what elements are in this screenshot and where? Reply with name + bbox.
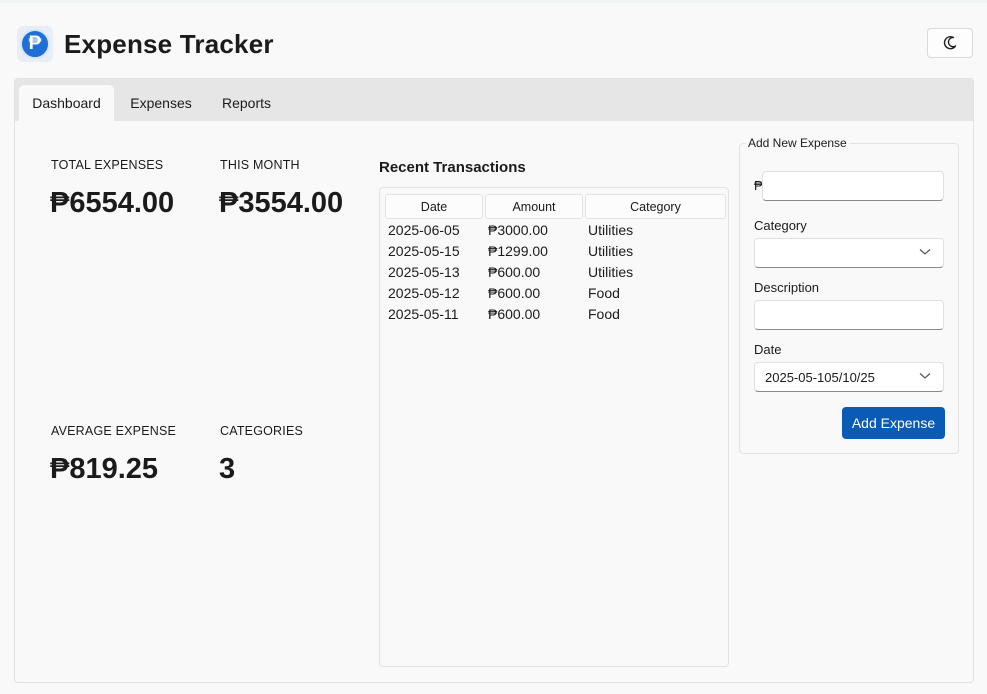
table-row[interactable]: 2025-05-13 ₱600.00 Utilities (388, 264, 724, 285)
amount-input[interactable] (762, 171, 944, 201)
column-header-category[interactable]: Category (585, 194, 726, 219)
theme-toggle-button[interactable] (927, 28, 973, 58)
row-category: Utilities (588, 264, 634, 280)
categories-value: 3 (219, 453, 236, 485)
app-header: ₱ Expense Tracker (0, 0, 987, 78)
this-month-value: ₱3554.00 (219, 187, 344, 219)
transactions-table: Date Amount Category 2025-06-05 ₱3000.00… (379, 187, 729, 667)
date-picker[interactable]: 2025-05-105/10/25 (754, 362, 944, 392)
total-expenses-label: TOTAL EXPENSES (51, 158, 164, 172)
chevron-down-icon (919, 249, 931, 255)
peso-coin-icon: ₱ (17, 26, 53, 62)
column-header-date[interactable]: Date (385, 194, 483, 219)
total-expenses-value: ₱6554.00 (50, 187, 175, 219)
description-input[interactable] (754, 300, 944, 330)
average-expense-label: AVERAGE EXPENSE (51, 424, 177, 438)
row-date: 2025-05-12 (388, 285, 460, 301)
chevron-down-icon (919, 373, 931, 379)
row-date: 2025-05-11 (388, 306, 459, 322)
app-title: Expense Tracker (64, 29, 274, 59)
add-expense-button[interactable]: Add Expense (842, 407, 945, 439)
date-value: 2025-05-105/10/25 (765, 370, 875, 385)
tab-dashboard[interactable]: Dashboard (19, 85, 114, 121)
categories-label: CATEGORIES (220, 424, 304, 438)
tab-reports[interactable]: Reports (209, 85, 284, 121)
this-month-label: THIS MONTH (220, 158, 300, 172)
category-label: Category (754, 218, 807, 233)
description-label: Description (754, 280, 820, 295)
add-expense-legend: Add New Expense (746, 136, 849, 150)
table-row[interactable]: 2025-05-11 ₱600.00 Food (388, 306, 724, 327)
row-category: Food (588, 306, 620, 322)
row-amount: ₱600.00 (488, 264, 541, 280)
row-date: 2025-06-05 (388, 222, 460, 238)
column-header-amount[interactable]: Amount (485, 194, 583, 219)
tab-bar: Dashboard Expenses Reports (15, 79, 973, 121)
row-date: 2025-05-15 (388, 243, 460, 259)
row-amount: ₱3000.00 (488, 222, 548, 238)
tab-expenses[interactable]: Expenses (121, 85, 201, 121)
row-category: Utilities (588, 222, 634, 238)
table-row[interactable]: 2025-06-05 ₱3000.00 Utilities (388, 222, 724, 243)
row-date: 2025-05-13 (388, 264, 460, 280)
row-amount: ₱600.00 (488, 306, 541, 322)
main-panel: Dashboard Expenses Reports TOTAL EXPENSE… (14, 78, 974, 683)
row-amount: ₱600.00 (488, 285, 541, 301)
table-row[interactable]: 2025-05-15 ₱1299.00 Utilities (388, 243, 724, 264)
date-label: Date (754, 342, 782, 357)
row-amount: ₱1299.00 (488, 243, 548, 259)
add-expense-form: Add New Expense ₱ Category Description D… (739, 136, 959, 454)
category-select[interactable] (754, 238, 944, 268)
average-expense-value: ₱819.25 (50, 453, 159, 485)
recent-transactions-title: Recent Transactions (379, 159, 526, 176)
row-category: Utilities (588, 243, 634, 259)
row-category: Food (588, 285, 620, 301)
moon-icon (943, 36, 957, 50)
table-row[interactable]: 2025-05-12 ₱600.00 Food (388, 285, 724, 306)
